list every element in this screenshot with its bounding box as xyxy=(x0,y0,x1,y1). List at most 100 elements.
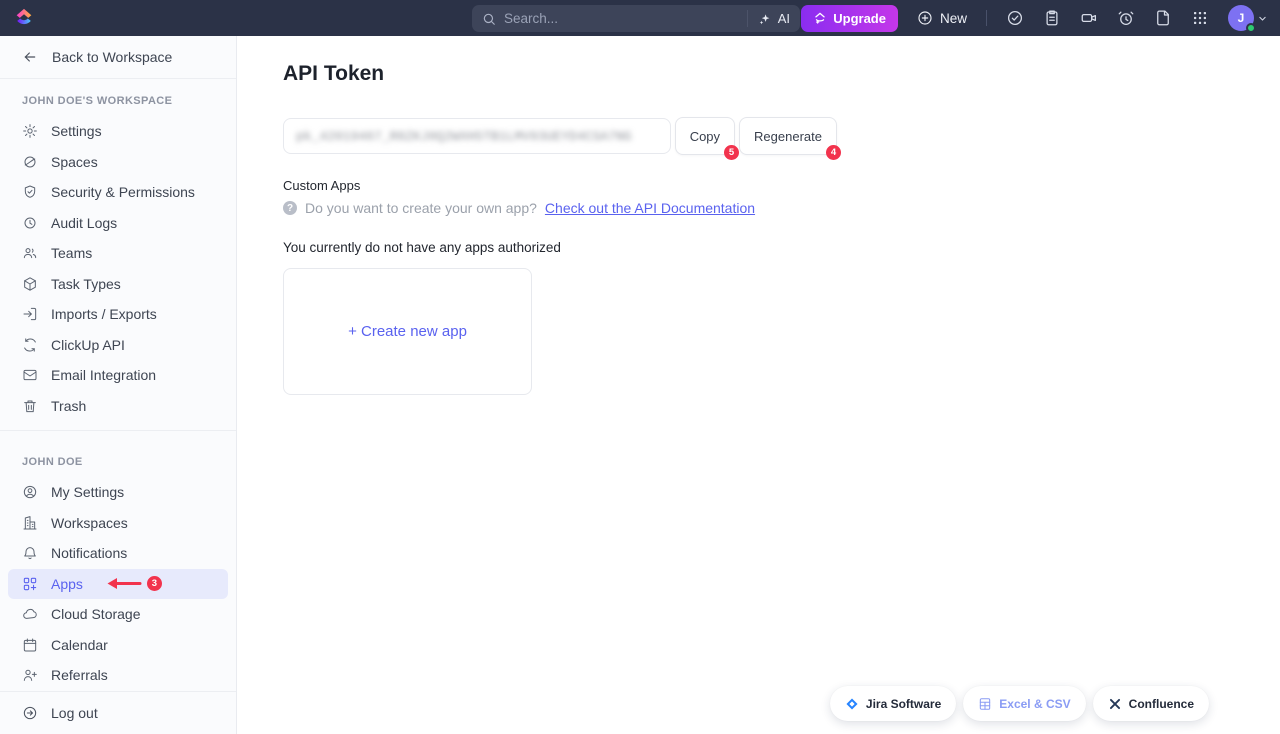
sidebar-item-label: Workspaces xyxy=(51,515,128,531)
upgrade-button[interactable]: Upgrade xyxy=(801,5,898,32)
sidebar-item-teams[interactable]: Teams xyxy=(0,238,236,269)
envelope-icon xyxy=(22,367,38,383)
spreadsheet-icon xyxy=(978,697,992,711)
video-camera-icon[interactable] xyxy=(1080,9,1098,27)
sidebar-item-label: Teams xyxy=(51,245,92,261)
back-to-workspace[interactable]: Back to Workspace xyxy=(0,36,236,79)
bell-icon xyxy=(22,545,38,561)
apps-empty-state: You currently do not have any apps autho… xyxy=(283,240,1280,255)
sidebar-item-label: Calendar xyxy=(51,637,108,653)
shield-check-icon xyxy=(22,184,38,200)
annotation-arrow-left xyxy=(106,577,142,590)
sidebar-item-label: Spaces xyxy=(51,154,98,170)
alarm-clock-icon[interactable] xyxy=(1117,9,1135,27)
confluence-icon xyxy=(1108,697,1122,711)
search-placeholder: Search... xyxy=(504,11,558,26)
logout-label: Log out xyxy=(51,705,98,721)
regenerate-token-button[interactable]: Regenerate 4 xyxy=(739,117,837,155)
user-circle-icon xyxy=(22,484,38,500)
trash-icon xyxy=(22,398,38,414)
sidebar-item-clickup-api[interactable]: ClickUp API xyxy=(0,330,236,361)
create-new-app-button[interactable]: + Create new app xyxy=(348,323,467,340)
clock-icon xyxy=(22,215,38,231)
excel-csv-button[interactable]: Excel & CSV xyxy=(963,686,1085,721)
api-token-row: pk_42019467_R8ZKJ0Q2WXH5TB1LMV93UEYD4CSA… xyxy=(283,117,837,155)
annotation-badge-5: 5 xyxy=(724,145,739,160)
sidebar-item-label: Imports / Exports xyxy=(51,306,157,322)
building-icon xyxy=(22,515,38,531)
sidebar-item-calendar[interactable]: Calendar xyxy=(0,630,236,661)
sidebar-item-apps[interactable]: Apps 3 xyxy=(8,569,228,600)
sidebar-item-label: Cloud Storage xyxy=(51,606,141,622)
create-app-card: + Create new app xyxy=(283,268,532,395)
api-token-field[interactable]: pk_42019467_R8ZKJ0Q2WXH5TB1LMV93UEYD4CSA… xyxy=(283,118,671,154)
search-icon xyxy=(482,12,496,26)
sidebar-item-audit-logs[interactable]: Audit Logs xyxy=(0,208,236,239)
custom-apps-title: Custom Apps xyxy=(283,178,1280,193)
sidebar-item-task-types[interactable]: Task Types xyxy=(0,269,236,300)
tasks-check-icon[interactable] xyxy=(1006,9,1024,27)
sidebar-item-settings[interactable]: Settings xyxy=(0,116,236,147)
workspace-section-header: JOHN DOE'S WORKSPACE xyxy=(0,79,236,116)
integration-shortcuts: Jira Software Excel & CSV Confluence xyxy=(830,686,1209,721)
annotation-badge-3: 3 xyxy=(147,576,162,591)
people-icon xyxy=(22,245,38,261)
main-content: API Token pk_42019467_R8ZKJ0Q2WXH5TB1LMV… xyxy=(237,36,1280,734)
calendar-icon xyxy=(22,637,38,653)
api-documentation-link[interactable]: Check out the API Documentation xyxy=(545,200,755,216)
sidebar-item-referrals[interactable]: Referrals xyxy=(0,660,236,691)
avatar: J xyxy=(1228,5,1254,31)
sidebar-item-label: Referrals xyxy=(51,667,108,683)
clickup-logo-icon[interactable] xyxy=(13,5,37,31)
user-section-header: JOHN DOE xyxy=(0,440,236,477)
planet-icon xyxy=(22,154,38,170)
sidebar-item-spaces[interactable]: Spaces xyxy=(0,147,236,178)
copy-button-label: Copy xyxy=(690,129,720,144)
sidebar-item-trash[interactable]: Trash xyxy=(0,391,236,422)
sidebar-item-notifications[interactable]: Notifications xyxy=(0,538,236,569)
sidebar-item-label: Trash xyxy=(51,398,86,414)
upgrade-icon xyxy=(813,11,827,25)
cloud-icon xyxy=(22,606,38,622)
jira-software-button[interactable]: Jira Software xyxy=(830,686,956,721)
upgrade-label: Upgrade xyxy=(833,11,886,26)
copy-token-button[interactable]: Copy 5 xyxy=(675,117,735,155)
confluence-button[interactable]: Confluence xyxy=(1093,686,1209,721)
new-button[interactable]: New xyxy=(917,10,967,26)
custom-apps-help: ? Do you want to create your own app? Ch… xyxy=(283,200,1280,216)
logout-button[interactable]: Log out xyxy=(0,691,236,734)
account-menu[interactable]: J xyxy=(1228,5,1267,31)
sidebar-item-label: Audit Logs xyxy=(51,215,117,231)
sidebar-item-email-integration[interactable]: Email Integration xyxy=(0,360,236,391)
notepad-icon[interactable] xyxy=(1043,9,1061,27)
user-plus-icon xyxy=(22,667,38,683)
import-icon xyxy=(22,306,38,322)
search-input[interactable]: Search... AI xyxy=(472,5,800,32)
back-to-workspace-label: Back to Workspace xyxy=(52,49,172,65)
jira-icon xyxy=(845,697,859,711)
sidebar-item-my-settings[interactable]: My Settings xyxy=(0,477,236,508)
sidebar-item-security[interactable]: Security & Permissions xyxy=(0,177,236,208)
annotation-badge-4: 4 xyxy=(826,145,841,160)
sidebar-item-label: Email Integration xyxy=(51,367,156,383)
sidebar-item-imports-exports[interactable]: Imports / Exports xyxy=(0,299,236,330)
gear-icon xyxy=(22,123,38,139)
page-title: API Token xyxy=(283,62,1280,86)
sparkle-icon xyxy=(758,12,772,26)
topbar-actions: Upgrade New J xyxy=(801,5,1280,32)
apps-grid-plus-icon xyxy=(22,576,38,592)
plus-circle-icon xyxy=(917,10,933,26)
sidebar-item-workspaces[interactable]: Workspaces xyxy=(0,508,236,539)
ai-button[interactable]: AI xyxy=(747,10,790,27)
sidebar-item-label: Apps xyxy=(51,576,83,592)
sidebar-item-cloud-storage[interactable]: Cloud Storage xyxy=(0,599,236,630)
online-status-dot xyxy=(1246,23,1256,33)
sync-icon xyxy=(22,337,38,353)
avatar-initial: J xyxy=(1238,11,1245,25)
annotation-apps: 3 xyxy=(106,576,162,591)
sidebar-item-label: Security & Permissions xyxy=(51,184,195,200)
document-icon[interactable] xyxy=(1154,9,1172,27)
jira-label: Jira Software xyxy=(866,697,941,711)
sidebar-item-label: ClickUp API xyxy=(51,337,125,353)
app-grid-icon[interactable] xyxy=(1191,9,1209,27)
